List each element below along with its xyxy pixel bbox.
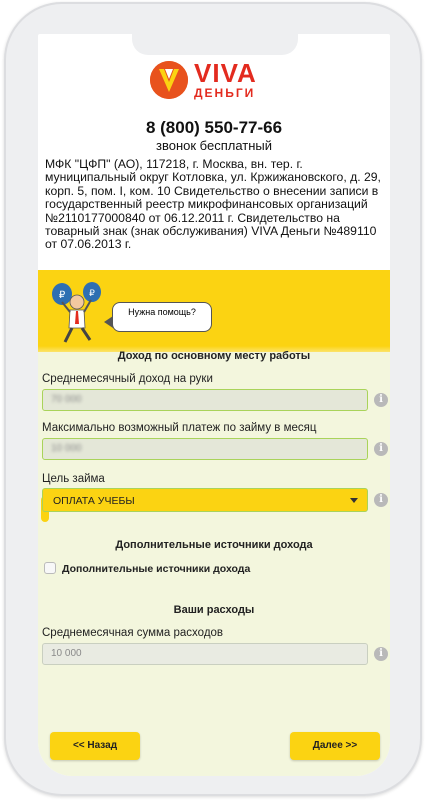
monthly-expenses-label: Среднемесячная сумма расходов [42,627,224,639]
chevron-down-icon [350,498,358,503]
max-payment-value: 10 000 [51,443,82,454]
info-icon[interactable]: i [374,442,388,456]
monthly-income-value: 70 000 [51,394,82,405]
income-section-title: Доход по основному месту работы [117,350,311,362]
hotline-number[interactable]: 8 (800) 550-77-66 [38,118,390,138]
monthly-income-label: Среднемесячный доход на руки [42,373,213,385]
monthly-income-input[interactable]: 70 000 [42,389,368,411]
app-screen: VIVA ДЕНЬГИ 8 (800) 550-77-66 звонок бес… [38,34,390,776]
mascot-icon: ₽ ₽ [52,282,101,343]
viva-logo[interactable]: VIVA ДЕНЬГИ [150,60,257,99]
svg-text:₽: ₽ [89,288,95,298]
viva-logo-icon [150,60,188,99]
info-icon[interactable]: i [374,493,388,507]
extra-income-checkbox-label[interactable]: Дополнительные источники дохода [62,563,250,575]
brand-subtitle: ДЕНЬГИ [194,86,256,100]
info-icon[interactable]: i [374,393,388,407]
max-payment-label: Максимально возможный платеж по займу в … [42,422,317,434]
extra-income-section-title: Дополнительные источники дохода [115,539,313,551]
phone-notch [132,33,298,55]
loan-purpose-select[interactable]: ОПЛАТА УЧЕБЫ [42,488,368,512]
svg-text:₽: ₽ [59,290,66,301]
help-bubble[interactable]: Нужна помощь? [112,302,212,332]
monthly-expenses-value: 10 000 [51,648,82,659]
max-payment-input[interactable]: 10 000 [42,438,368,460]
back-button[interactable]: << Назад [50,732,140,760]
extra-income-checkbox[interactable] [44,562,56,574]
hotline-note: звонок бесплатный [156,138,272,153]
monthly-expenses-input[interactable]: 10 000 [42,643,368,665]
loan-purpose-value: ОПЛАТА УЧЕБЫ [53,495,135,507]
next-button[interactable]: Далее >> [290,732,380,760]
info-icon[interactable]: i [374,647,388,661]
legal-info: МФК "ЦФП" (АО), 117218, г. Москва, вн. т… [45,157,381,252]
expenses-section-title: Ваши расходы [173,604,255,616]
loan-purpose-label: Цель займа [42,473,105,485]
brand-name: VIVA [194,58,257,88]
